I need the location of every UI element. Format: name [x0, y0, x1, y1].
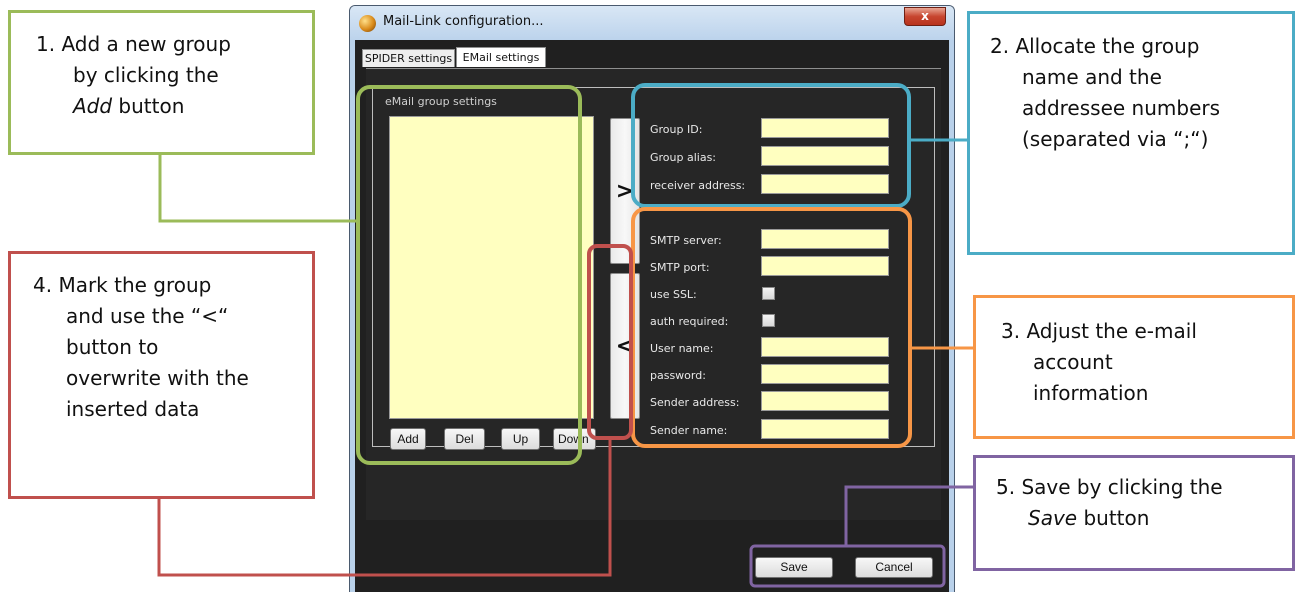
receiver-address-label: receiver address: [650, 179, 746, 192]
window-title: Mail-Link configuration... [383, 14, 544, 29]
group-id-label: Group ID: [650, 123, 703, 136]
group-alias-label: Group alias: [650, 151, 717, 164]
sender-name-input[interactable] [761, 419, 889, 439]
callout-emphasis: Save [1028, 506, 1078, 530]
mail-link-config-window: Mail-Link configuration... x SPIDER sett… [349, 5, 955, 592]
sender-address-input[interactable] [761, 391, 889, 411]
group-box-label: eMail group settings [383, 97, 499, 109]
callout-group-name: 2. Allocate the group name and the addre… [967, 11, 1295, 255]
load-group-button[interactable]: > [610, 118, 640, 264]
callout-line: overwrite with the [66, 366, 249, 390]
callout-line: account [1033, 350, 1113, 374]
callout-add-group: 1. Add a new group by clicking the Add b… [8, 10, 315, 155]
callout-line: by clicking the [73, 63, 219, 87]
callout-line: 5. Save by clicking the [996, 475, 1223, 499]
email-settings-panel: eMail group settings Add Del Up Down > <… [366, 68, 941, 520]
title-bar[interactable]: Mail-Link configuration... x [350, 6, 954, 40]
smtp-port-input[interactable] [761, 256, 889, 276]
up-button[interactable]: Up [501, 428, 540, 450]
password-input[interactable] [761, 364, 889, 384]
add-button[interactable]: Add [390, 428, 426, 450]
user-name-input[interactable] [761, 337, 889, 357]
callout-line: (separated via “;“) [1022, 127, 1209, 151]
callout-overwrite-group: 4. Mark the group and use the “<“ button… [8, 251, 315, 499]
callout-line: information [1033, 381, 1149, 405]
smtp-server-input[interactable] [761, 229, 889, 249]
save-button[interactable]: Save [755, 557, 833, 578]
add-callout-connector [158, 155, 358, 223]
callout-save: 5. Save by clicking the Save button [973, 455, 1295, 571]
down-button[interactable]: Down [553, 428, 596, 450]
sender-address-label: Sender address: [650, 396, 740, 409]
group-alias-input[interactable] [761, 146, 889, 166]
group-id-input[interactable] [761, 118, 889, 138]
cancel-button[interactable]: Cancel [855, 557, 933, 578]
callout-line: 1. Add a new group [36, 32, 231, 56]
email-group-settings-box: eMail group settings Add Del Up Down > <… [372, 87, 935, 450]
callout-line: button to [66, 335, 159, 359]
tab-spider-settings[interactable]: SPIDER settings [362, 49, 455, 67]
password-label: password: [650, 369, 706, 382]
use-ssl-label: use SSL: [650, 288, 697, 301]
callout-rest: button [112, 94, 185, 118]
close-icon: x [921, 9, 929, 23]
callout-line: 2. Allocate the group [990, 34, 1200, 58]
window-client-area: SPIDER settings EMail settings eMail gro… [355, 40, 949, 592]
callout-line: Save button [1028, 503, 1149, 534]
callout-line: 4. Mark the group [33, 273, 212, 297]
sender-name-label: Sender name: [650, 424, 728, 437]
group-listbox[interactable] [389, 116, 594, 419]
mail-link-app-icon [359, 15, 376, 32]
close-button[interactable]: x [904, 7, 946, 26]
del-button[interactable]: Del [444, 428, 485, 450]
callout-line: inserted data [66, 397, 200, 421]
callout-line: name and the [1022, 65, 1162, 89]
auth-required-label: auth required: [650, 315, 729, 328]
overwrite-group-button[interactable]: < [610, 273, 640, 419]
user-name-label: User name: [650, 342, 714, 355]
receiver-address-input[interactable] [761, 174, 889, 194]
callout-line: Add button [73, 91, 184, 122]
callout-line: addressee numbers [1022, 96, 1221, 120]
smtp-port-label: SMTP port: [650, 261, 710, 274]
callout-account-info: 3. Adjust the e-mail account information [973, 295, 1295, 439]
tab-email-settings[interactable]: EMail settings [456, 47, 546, 67]
callout-emphasis: Add [73, 94, 113, 118]
callout-rest: button [1077, 506, 1150, 530]
use-ssl-checkbox[interactable] [762, 287, 775, 300]
callout-line: and use the “<“ [66, 304, 229, 328]
auth-required-checkbox[interactable] [762, 314, 775, 327]
smtp-server-label: SMTP server: [650, 234, 722, 247]
callout-line: 3. Adjust the e-mail [1001, 319, 1197, 343]
